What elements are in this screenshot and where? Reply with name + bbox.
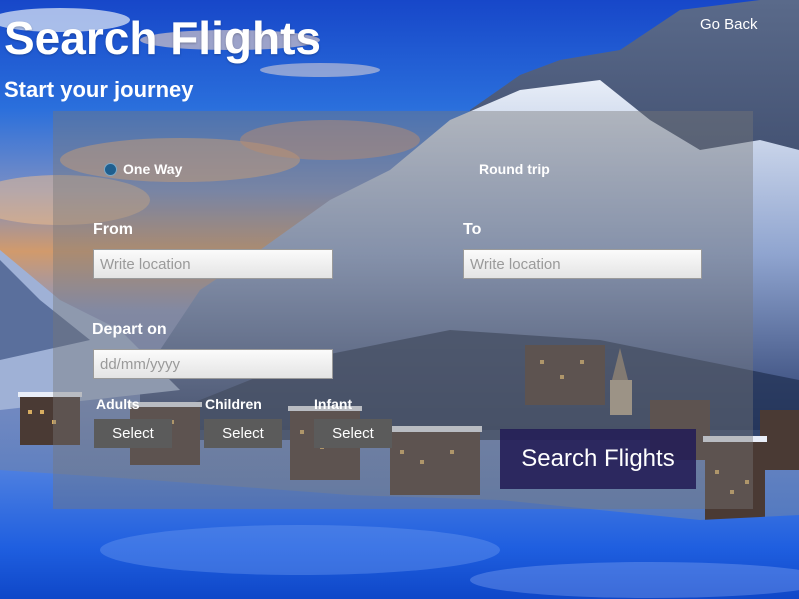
depart-date-input[interactable] xyxy=(93,349,333,379)
trip-type-one-way[interactable]: One Way xyxy=(104,161,182,178)
adults-select[interactable]: Select xyxy=(94,419,172,448)
infant-label: Infant xyxy=(314,396,353,412)
search-flights-button[interactable]: Search Flights xyxy=(500,429,696,489)
from-label: From xyxy=(93,221,133,238)
one-way-label: One Way xyxy=(123,161,183,177)
round-trip-label: Round trip xyxy=(479,161,550,177)
go-back-link[interactable]: Go Back xyxy=(700,16,758,34)
depart-on-label: Depart on xyxy=(92,321,167,338)
children-select[interactable]: Select xyxy=(204,419,282,448)
from-location-input[interactable] xyxy=(93,249,333,279)
to-label: To xyxy=(463,221,482,238)
infant-select[interactable]: Select xyxy=(314,419,392,448)
adults-label: Adults xyxy=(96,396,140,412)
children-label: Children xyxy=(205,396,262,412)
page-title: Search Flights xyxy=(4,12,321,64)
trip-type-round-trip[interactable]: Round trip xyxy=(479,161,550,178)
radio-selected-icon[interactable] xyxy=(104,163,117,176)
to-location-input[interactable] xyxy=(463,249,702,279)
page-subtitle: Start your journey xyxy=(4,77,194,102)
